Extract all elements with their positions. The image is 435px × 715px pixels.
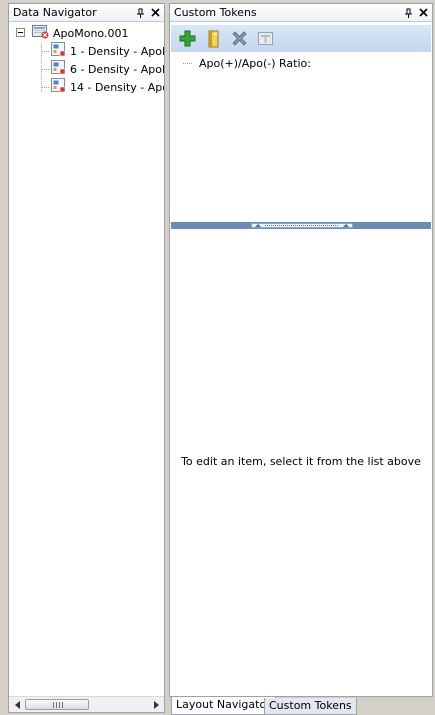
data-navigator-title: Data Navigator bbox=[13, 6, 97, 19]
scrollbar-thumb[interactable] bbox=[25, 699, 89, 710]
token-editor-area: To edit an item, select it from the list… bbox=[171, 229, 431, 695]
add-token-button[interactable] bbox=[178, 29, 197, 48]
tree-item[interactable]: 1 - Density - ApoM bbox=[51, 42, 164, 60]
tree-line bbox=[183, 63, 193, 64]
tree-item[interactable]: 6 - Density - ApoM bbox=[51, 60, 164, 78]
tab-custom-tokens[interactable]: Custom Tokens bbox=[264, 698, 357, 715]
tree-line bbox=[42, 51, 50, 52]
token-item-label: Apo(+)/Apo(-) Ratio: bbox=[199, 57, 311, 70]
horizontal-scrollbar[interactable] bbox=[9, 696, 164, 712]
data-tree: ApoMono.001 1 - Density - ApoM 6 - Densi… bbox=[9, 23, 164, 696]
scroll-right-icon[interactable] bbox=[152, 700, 160, 709]
chart-item-icon bbox=[51, 42, 66, 60]
tree-item-label: 6 - Density - ApoM bbox=[70, 62, 164, 76]
token-format-button[interactable] bbox=[256, 29, 275, 48]
splitter-grip[interactable] bbox=[251, 223, 353, 228]
custom-tokens-title: Custom Tokens bbox=[174, 6, 257, 19]
add-icon bbox=[179, 30, 196, 47]
scroll-left-icon[interactable] bbox=[13, 700, 21, 709]
collapse-up-icon[interactable] bbox=[255, 224, 261, 227]
data-navigator-panel: Data Navigator ApoMono.001 1 - Density -… bbox=[8, 3, 165, 713]
delete-token-button[interactable] bbox=[230, 29, 249, 48]
tree-root-label: ApoMono.001 bbox=[53, 26, 129, 40]
custom-tokens-header: Custom Tokens bbox=[170, 4, 432, 22]
data-navigator-header: Data Navigator bbox=[9, 4, 164, 22]
custom-tokens-panel: Custom Tokens Apo(+)/Apo(-) Ratio: To ed… bbox=[169, 3, 433, 697]
tab-layout-navigator[interactable]: Layout Navigator bbox=[171, 697, 276, 715]
chart-item-icon bbox=[51, 60, 66, 78]
panel-splitter[interactable] bbox=[171, 222, 431, 229]
tree-item-label: 14 - Density - Apo bbox=[70, 80, 164, 94]
pin-icon[interactable] bbox=[403, 7, 414, 19]
tree-item-label: 1 - Density - ApoM bbox=[70, 44, 164, 58]
token-icon bbox=[258, 32, 273, 45]
custom-tokens-toolbar bbox=[171, 25, 431, 52]
tree-line bbox=[42, 87, 50, 88]
chart-item-icon bbox=[51, 78, 66, 96]
editor-placeholder-message: To edit an item, select it from the list… bbox=[181, 455, 421, 468]
list-item[interactable]: Apo(+)/Apo(-) Ratio: bbox=[183, 57, 311, 70]
edit-token-button[interactable] bbox=[204, 29, 223, 48]
tree-item[interactable]: 14 - Density - Apo bbox=[51, 78, 164, 96]
custom-tokens-list: Apo(+)/Apo(-) Ratio: bbox=[171, 52, 431, 222]
close-icon[interactable] bbox=[418, 7, 429, 19]
tree-root-item[interactable]: ApoMono.001 bbox=[32, 24, 128, 42]
close-icon[interactable] bbox=[150, 7, 161, 19]
edit-icon bbox=[208, 30, 219, 47]
tree-line bbox=[42, 69, 50, 70]
delete-icon bbox=[232, 31, 247, 46]
collapse-up-icon[interactable] bbox=[343, 224, 349, 227]
bottom-tab-strip: Layout Navigator Custom Tokens bbox=[169, 697, 433, 715]
pin-icon[interactable] bbox=[135, 7, 146, 19]
collapse-toggle-icon[interactable] bbox=[16, 28, 25, 37]
dataset-icon bbox=[32, 24, 49, 42]
